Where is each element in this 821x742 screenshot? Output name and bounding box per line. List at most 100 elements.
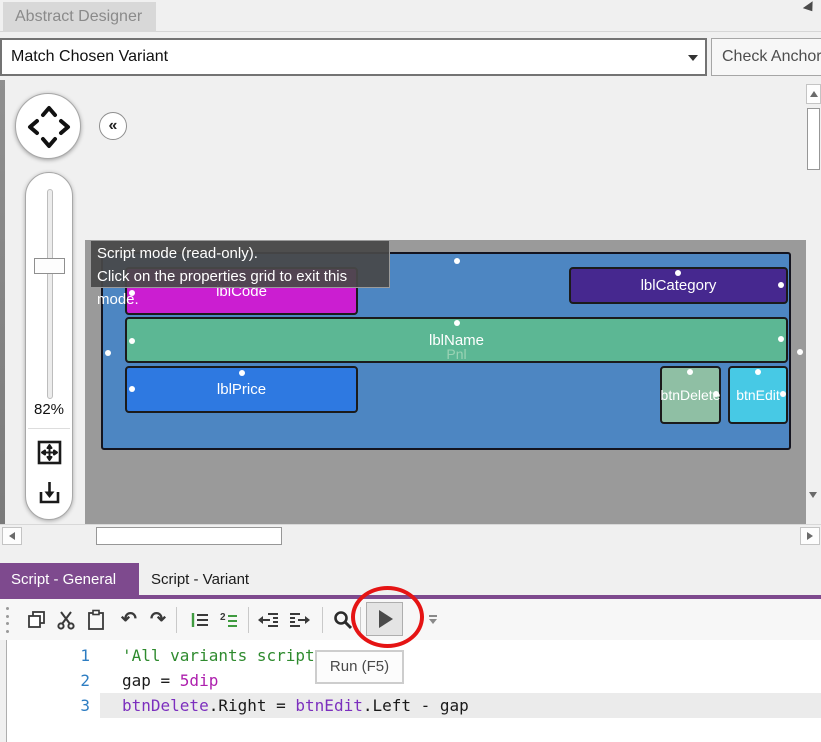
divider [322, 607, 323, 633]
selection-handle[interactable] [129, 338, 135, 344]
comment-icon [191, 613, 208, 627]
import-layout-button[interactable] [36, 479, 63, 506]
selection-handle[interactable] [129, 386, 135, 392]
divider [360, 607, 361, 633]
selection-handle[interactable] [713, 391, 719, 397]
zoom-slider-track[interactable] [47, 189, 53, 399]
editor-margin [0, 640, 7, 742]
scroll-left-button[interactable] [2, 527, 22, 545]
corner-pin-icon[interactable] [802, 1, 818, 15]
code-text: btnDelete.Right = btnEdit.Left - gap [100, 693, 821, 718]
zoom-slider-thumb[interactable] [34, 258, 65, 274]
selection-handle[interactable] [239, 370, 245, 376]
divider [176, 607, 177, 633]
variant-combobox[interactable]: Match Chosen Variant [0, 38, 707, 76]
tab-abstract-designer[interactable]: Abstract Designer [3, 2, 156, 32]
chevron-down-icon[interactable] [688, 55, 698, 61]
horizontal-scrollbar[interactable] [0, 524, 821, 546]
code-text: gap = 5dip [122, 671, 219, 690]
line-number: 1 [80, 646, 90, 665]
zoom-slider-panel: 82% [25, 172, 73, 520]
toolbar-grip[interactable] [6, 607, 10, 633]
pan-arrows-icon [28, 106, 70, 148]
overflow-bar-icon [429, 615, 437, 617]
cut-button[interactable] [54, 608, 78, 632]
collapse-button[interactable]: « [99, 112, 127, 140]
line-number: 2 [80, 671, 90, 690]
import-icon [39, 482, 60, 504]
selection-handle[interactable] [105, 350, 111, 356]
toolbar-overflow-button[interactable] [428, 615, 438, 624]
selection-handle[interactable] [454, 258, 460, 264]
play-icon [379, 610, 393, 628]
uncomment-button[interactable]: 2 [217, 608, 241, 632]
scroll-right-button[interactable] [800, 527, 820, 545]
pan-control[interactable] [15, 93, 81, 159]
code-line[interactable]: 3 btnDelete.Right = btnEdit.Left - gap [0, 693, 821, 718]
tooltip-line1: Script mode (read-only). [97, 245, 258, 262]
triangle-up-icon [809, 91, 818, 97]
script-toolbar: ↶ ↷ 2 [0, 599, 821, 640]
selection-handle[interactable] [778, 282, 784, 288]
scroll-down-button[interactable] [809, 492, 817, 516]
tooltip-line2: Click on the properties grid to exit thi… [97, 268, 348, 308]
triangle-left-icon [9, 532, 15, 540]
paste-button[interactable] [84, 608, 108, 632]
view-label: lblPrice [216, 381, 267, 398]
view-label: lblCategory [640, 277, 717, 294]
selection-handle[interactable] [797, 349, 803, 355]
layout-canvas[interactable]: lblCode lblCategory lblName Pnl lblPrice… [85, 240, 806, 524]
cut-icon [57, 611, 75, 630]
overflow-chevron-icon [429, 619, 437, 624]
outdent-button[interactable] [256, 608, 280, 632]
indent-button[interactable] [288, 608, 312, 632]
outdent-icon [258, 613, 278, 627]
script-editor[interactable]: 1 'All variants script 2 gap = 5dip 3 btnDele… [0, 640, 821, 742]
selection-handle[interactable] [755, 369, 761, 375]
paste-icon [88, 609, 104, 630]
selection-handle[interactable] [780, 391, 786, 397]
copy-icon [28, 611, 45, 628]
search-button[interactable] [331, 608, 355, 632]
vertical-scrollbar[interactable] [806, 80, 821, 524]
code-line[interactable]: 1 'All variants script [0, 643, 821, 668]
redo-button[interactable]: ↷ [146, 608, 170, 632]
designer-area: « 82% lblCode lblCategory lblName Pnl lb… [0, 80, 821, 524]
run-button[interactable] [366, 602, 403, 636]
view-label: btnEdit [736, 387, 780, 403]
uncomment-icon: 2 [220, 612, 237, 627]
fit-icon [37, 440, 62, 465]
vertical-scrollbar-thumb[interactable] [807, 108, 820, 170]
tab-script-general[interactable]: Script - General [0, 563, 139, 596]
svg-text:2: 2 [220, 612, 226, 623]
selection-handle[interactable] [778, 336, 784, 342]
script-mode-tooltip: Script mode (read-only). Click on the pr… [90, 240, 390, 308]
scroll-up-button[interactable] [806, 84, 821, 104]
variant-combobox-value: Match Chosen Variant [11, 48, 169, 65]
search-icon [334, 611, 353, 630]
divider [248, 607, 249, 633]
tab-script-variant[interactable]: Script - Variant [139, 563, 289, 596]
comment-button[interactable] [188, 608, 212, 632]
divider [28, 428, 70, 429]
top-tab-strip: Abstract Designer [0, 0, 821, 32]
selection-handle[interactable] [687, 369, 693, 375]
copy-button[interactable] [25, 608, 49, 632]
view-label: btnDelete [660, 387, 721, 403]
zoom-percent-label: 82% [33, 401, 65, 418]
code-line[interactable]: 2 gap = 5dip [0, 668, 821, 693]
triangle-right-icon [807, 532, 813, 540]
left-splitter[interactable] [0, 80, 5, 524]
line-number: 3 [80, 696, 90, 715]
run-tooltip: Run (F5) [315, 650, 404, 684]
indent-icon [290, 613, 310, 627]
triangle-down-icon [809, 492, 817, 515]
code-text: 'All variants script [122, 646, 315, 665]
parent-panel-label: Pnl [446, 346, 467, 362]
undo-button[interactable]: ↶ [117, 608, 141, 632]
check-anchors-button[interactable]: Check Anchors [711, 38, 821, 76]
selection-handle[interactable] [675, 270, 681, 276]
fit-to-screen-button[interactable] [36, 439, 63, 466]
selection-handle[interactable] [454, 320, 460, 326]
horizontal-scrollbar-thumb[interactable] [96, 527, 282, 545]
